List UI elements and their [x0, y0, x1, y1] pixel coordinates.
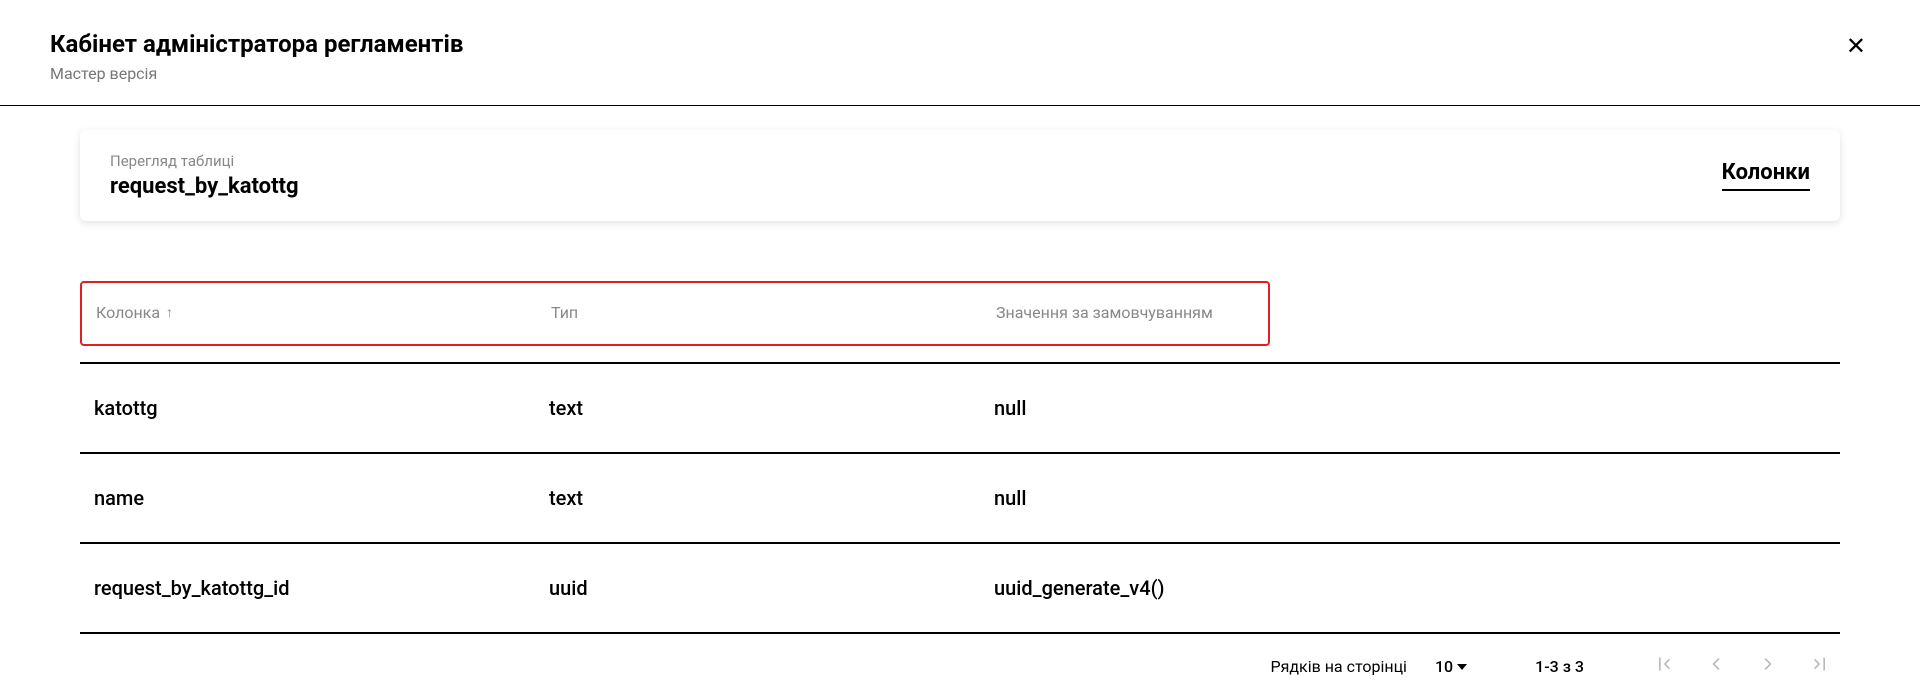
- cell-default: uuid_generate_v4(): [994, 576, 1826, 600]
- prev-page-icon[interactable]: [1704, 654, 1728, 679]
- th-default[interactable]: Значення за замовчуванням: [996, 303, 1254, 322]
- table-row: request_by_katottg_id uuid uuid_generate…: [80, 544, 1840, 634]
- th-type-label: Тип: [551, 303, 578, 322]
- table-row: katottg text null: [80, 362, 1840, 454]
- cell-type: text: [549, 396, 994, 420]
- header-text: Кабінет адміністратора регламентів Масте…: [50, 30, 463, 83]
- top-bar: Кабінет адміністратора регламентів Масте…: [0, 0, 1920, 106]
- th-type[interactable]: Тип: [551, 303, 996, 322]
- cell-type: text: [549, 486, 994, 510]
- content: Перегляд таблиці request_by_katottg Коло…: [0, 130, 1920, 699]
- caret-down-icon: [1457, 664, 1467, 670]
- card-name: request_by_katottg: [110, 174, 299, 199]
- first-page-icon[interactable]: [1652, 654, 1676, 679]
- close-icon[interactable]: ✕: [1842, 30, 1870, 62]
- card-left: Перегляд таблиці request_by_katottg: [110, 152, 299, 199]
- pagination: Рядків на сторінці 10 1-3 з 3: [80, 634, 1840, 699]
- rows-per-page-select[interactable]: 10: [1435, 657, 1467, 676]
- next-page-icon[interactable]: [1756, 654, 1780, 679]
- card-label: Перегляд таблиці: [110, 152, 299, 170]
- page-subtitle: Мастер версія: [50, 64, 463, 83]
- rows-per-page-label: Рядків на сторінці: [1271, 657, 1407, 676]
- table-header-row: Колонка ↑ Тип Значення за замовчуванням: [80, 281, 1270, 346]
- sort-ascending-icon: ↑: [166, 304, 173, 321]
- table-card: Перегляд таблиці request_by_katottg Коло…: [80, 130, 1840, 221]
- table-row: name text null: [80, 454, 1840, 544]
- cell-col: request_by_katottg_id: [94, 576, 549, 600]
- rows-per-page-value: 10: [1435, 657, 1453, 676]
- cell-type: uuid: [549, 576, 994, 600]
- cell-col: name: [94, 486, 549, 510]
- cell-default: null: [994, 486, 1826, 510]
- pagination-range: 1-3 з 3: [1535, 657, 1584, 676]
- cell-col: katottg: [94, 396, 549, 420]
- th-column-label: Колонка: [96, 303, 160, 322]
- th-column[interactable]: Колонка ↑: [96, 303, 551, 322]
- th-default-label: Значення за замовчуванням: [996, 303, 1213, 322]
- columns-button[interactable]: Колонки: [1722, 160, 1810, 191]
- cell-default: null: [994, 396, 1826, 420]
- table: Колонка ↑ Тип Значення за замовчуванням …: [80, 281, 1840, 699]
- page-title: Кабінет адміністратора регламентів: [50, 30, 463, 58]
- last-page-icon[interactable]: [1808, 654, 1832, 679]
